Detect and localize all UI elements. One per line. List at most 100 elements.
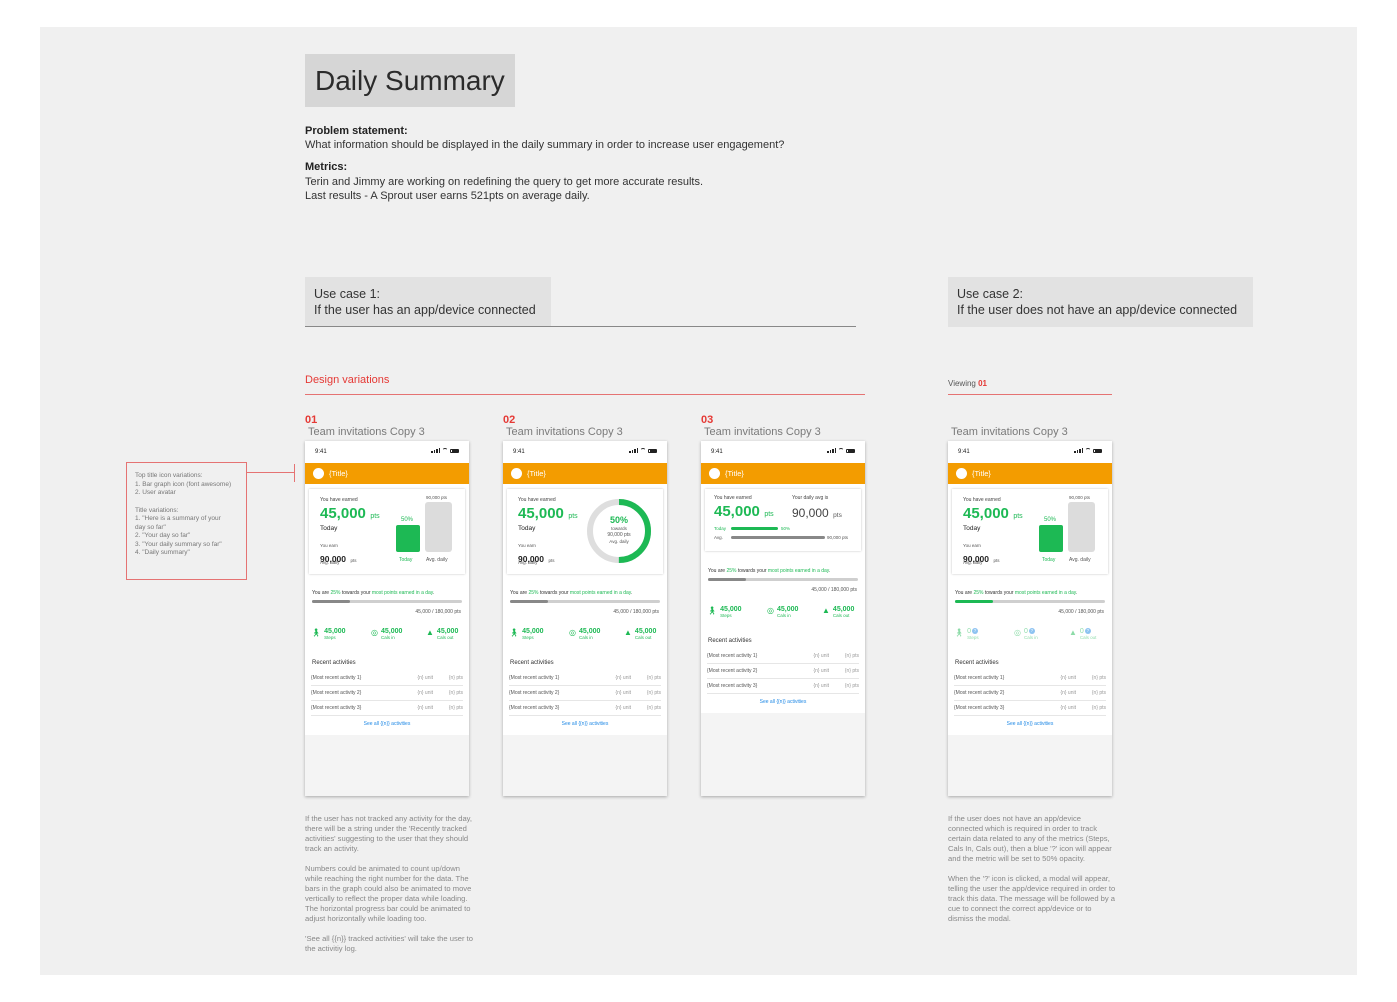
earned-value: 45,000 [320,505,366,522]
activity-row[interactable]: {Most recent activity 1} {n} unit {n} pts [311,671,463,686]
progress-pre: You are [510,590,529,596]
avg-bar [425,502,452,552]
cals-out-label: Cals out [832,613,850,618]
earned-row: 45,000 pts [518,505,578,523]
use-case-2-box: Use case 2: If the user does not have an… [948,277,1253,327]
see-all-activities-link[interactable]: See all {{n}} activities [305,721,469,727]
cals-out-label: Cals out [634,635,652,640]
activity-unit: {n} unit [417,675,433,681]
activity-row[interactable]: {Most recent activity 2} {n} unit {n} pts [311,686,463,701]
phone-caption-3: Team invitations Copy 3 [704,426,821,438]
phone-variation-2: 9:41 {Title} You have earned 45,000 pts … [503,441,667,796]
recent-activities-title: Recent activities [955,660,999,666]
today-text: Today [518,525,536,532]
cals-in-value: 45,000 [380,628,403,635]
avatar[interactable] [313,468,324,479]
activity-name: {Most recent activity 2} [954,690,1005,696]
activity-row[interactable]: {Most recent activity 3} {n} unit {n} pts [707,679,859,694]
progress-pre: You are [955,590,974,596]
cals-out-metric[interactable]: ▲ 0? Cals out [1069,628,1096,640]
note-paragraph: 'See all {{n}} tracked activities' will … [305,934,473,953]
activity-row[interactable]: {Most recent activity 1} {n} unit {n} pts [954,671,1106,686]
cals-out-value: 45,000 [832,606,855,613]
variation-number-1: 01 [305,414,318,426]
phone-variation-1: 9:41 {Title} You have earned 45,000 pts … [305,441,469,796]
question-icon[interactable]: ? [1084,628,1091,634]
use-case-1-title: Use case 1: [314,287,381,301]
avatar[interactable] [709,468,720,479]
activity-pts: {n} pts [448,675,463,681]
see-all-activities-link[interactable]: See all {{n}} activities [503,721,667,727]
activity-row[interactable]: {Most recent activity 3} {n} unit {n} pts [954,701,1106,716]
avg-bar-value: 90,000 pts [827,535,849,540]
activity-pts: {n} pts [646,675,661,681]
avg-bar [731,536,825,539]
cals-in-metric[interactable]: ◎ 0? Cals in [1014,628,1038,640]
donut-pct: 50% [609,515,628,525]
earned-label: You have earned [320,497,358,503]
see-all-activities-link[interactable]: See all {{n}} activities [701,699,865,705]
activity-unit: {n} unit [1060,690,1076,696]
question-icon[interactable]: ? [1028,628,1035,634]
avatar[interactable] [511,468,522,479]
activity-unit: {n} unit [417,690,433,696]
activity-pts: {n} pts [1091,705,1106,711]
donut-avg-label: Avg. daily [609,539,629,544]
activity-pts: {n} pts [844,653,859,659]
today-pct-label: 50% [401,517,414,523]
cals-out-metric[interactable]: ▲ 45,000 Cals out [624,628,656,640]
progress-goal: most points earned in a day [1014,590,1076,596]
steps-metric[interactable]: 🚶︎ 0? Steps [954,628,979,640]
page-title: Daily Summary [315,65,505,96]
activity-row[interactable]: {Most recent activity 1} {n} unit {n} pts [509,671,661,686]
steps-metric[interactable]: 🚶︎ 45,000 Steps [509,628,544,640]
viewing-divider [948,394,1112,395]
cals-out-value: 45,000 [436,628,459,635]
activity-row[interactable]: {Most recent activity 2} {n} unit {n} pts [707,664,859,679]
progress-pct: 25% [726,568,737,574]
wifi-icon [640,448,646,453]
question-icon[interactable]: ? [972,628,979,634]
today-bar-pct: 50% [781,526,791,531]
app-bar: {Title} [701,463,865,484]
earned-value: 45,000 [518,505,564,522]
cals-in-metric[interactable]: ◎ 45,000 Cals in [569,628,600,640]
pts-unit: pts [993,558,1000,563]
food-icon: ◎ [371,628,378,637]
activity-row[interactable]: {Most recent activity 3} {n} unit {n} pts [311,701,463,716]
status-bar: 9:41 [305,441,469,463]
activity-pts: {n} pts [1091,675,1106,681]
walk-icon: 🚶︎ [954,628,965,637]
cals-in-metric[interactable]: ◎ 45,000 Cals in [767,606,798,618]
avg-bar-label: Avg. daily [1069,557,1091,563]
avatar[interactable] [956,468,967,479]
earned-card: You have earned 45,000 pts Today You ear… [507,489,663,574]
steps-metric[interactable]: 🚶︎ 45,000 Steps [707,606,742,618]
pts-unit: pts [624,532,631,538]
cals-out-metric[interactable]: ▲ 45,000 Cals out [426,628,458,640]
activity-row[interactable]: {Most recent activity 2} {n} unit {n} pts [509,686,661,701]
signal-icon [431,448,440,453]
progress-fill [708,578,746,581]
activity-name: {Most recent activity 2} [707,668,758,674]
steps-metric[interactable]: 🚶︎ 45,000 Steps [311,628,346,640]
activity-unit: {n} unit [813,683,829,689]
activity-row[interactable]: {Most recent activity 3} {n} unit {n} pts [509,701,661,716]
donut-chart [587,499,651,563]
progress-pct: 25% [973,590,984,596]
activity-row[interactable]: {Most recent activity 1} {n} unit {n} pts [707,649,859,664]
status-icons [827,448,855,453]
activity-row[interactable]: {Most recent activity 2} {n} unit {n} pts [954,686,1106,701]
pts-unit: pts [833,512,842,519]
design-variations-divider [305,394,865,395]
see-all-activities-link[interactable]: See all {{n}} activities [948,721,1112,727]
activity-name: {Most recent activity 1} [509,675,560,681]
progress-pre: You are [312,590,331,596]
today-bar-label: Today [714,526,727,531]
annotation-connector-tick [294,464,295,482]
steps-value: 45,000 [324,628,346,635]
cals-in-metric[interactable]: ◎ 45,000 Cals in [371,628,402,640]
avg-daily-label: Avg. daily [320,560,340,565]
cals-out-metric[interactable]: ▲ 45,000 Cals out [822,606,854,618]
app-bar: {Title} [305,463,469,484]
